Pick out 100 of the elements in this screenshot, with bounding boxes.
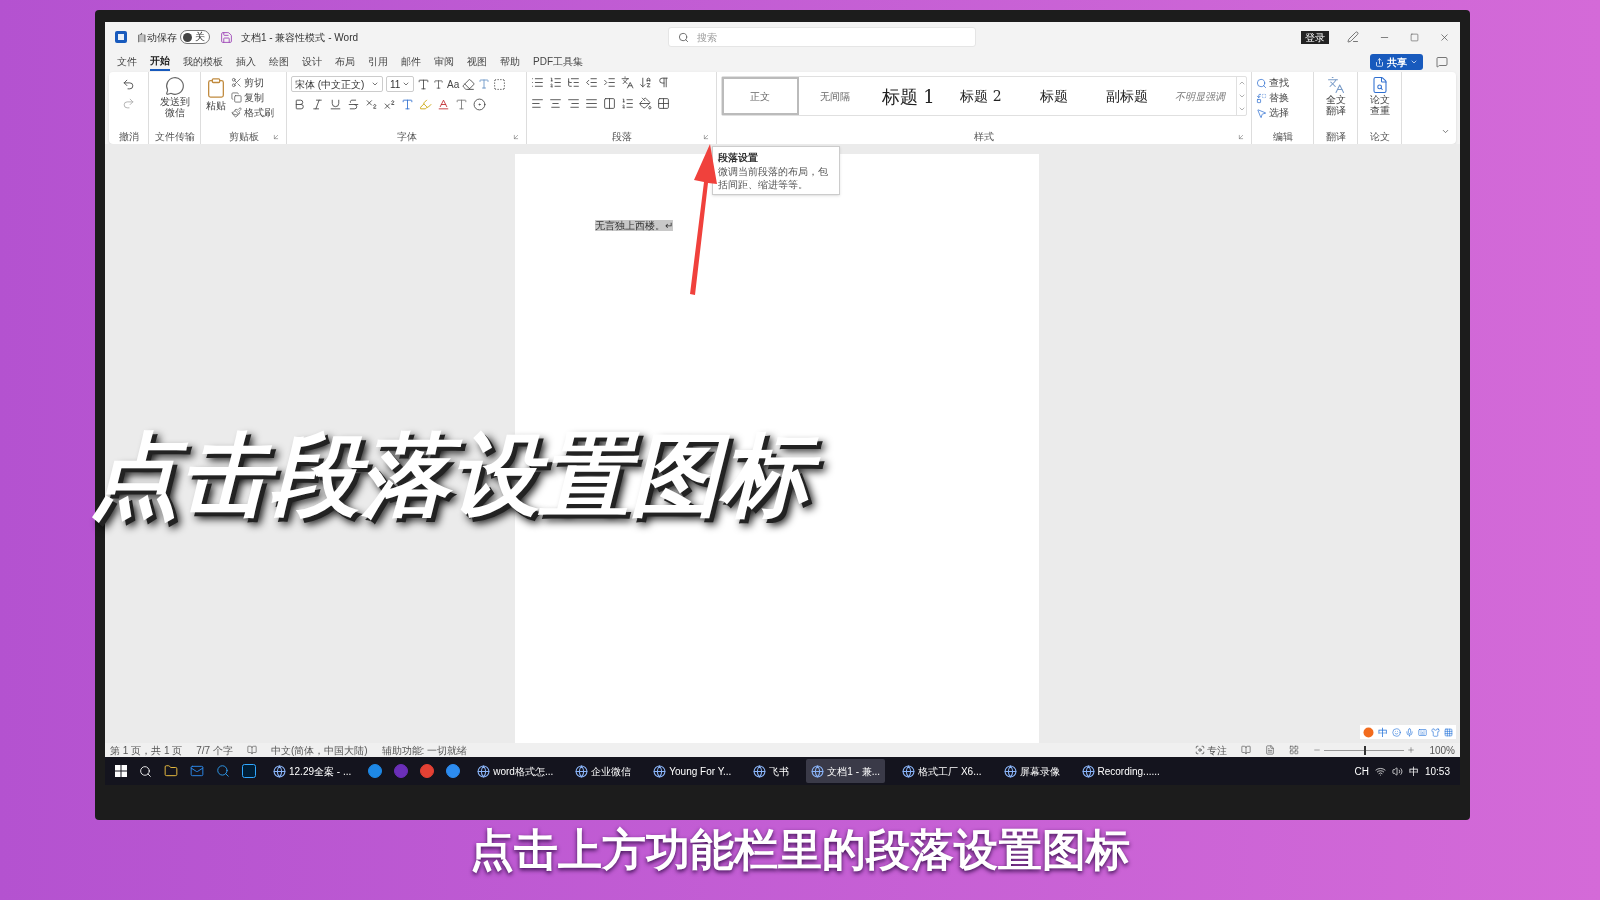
line-spacing-icon[interactable] (621, 97, 634, 110)
mail-icon[interactable] (190, 764, 204, 778)
search-icon[interactable] (139, 764, 152, 778)
underline-icon[interactable] (329, 98, 342, 111)
character-shading-icon[interactable] (455, 98, 468, 111)
decrease-indent-icon[interactable] (585, 76, 598, 89)
taskbar-app-button[interactable]: 屏幕录像 (998, 759, 1065, 783)
style-gallery-item[interactable]: 不明显强调 (1163, 77, 1236, 115)
autosave-switch[interactable]: 关 (180, 30, 210, 44)
read-mode-icon[interactable] (1241, 745, 1252, 755)
app-icon[interactable] (420, 764, 435, 778)
align-center-icon[interactable] (549, 97, 562, 110)
clear-formatting-icon[interactable] (462, 77, 476, 91)
multilevel-list-icon[interactable] (567, 76, 580, 89)
ime-mode[interactable]: 中 (1378, 724, 1388, 740)
punctuation-icon[interactable] (1392, 727, 1401, 737)
borders-icon[interactable] (657, 97, 670, 110)
microphone-icon[interactable] (1405, 727, 1414, 737)
superscript-icon[interactable] (383, 98, 396, 111)
align-right-icon[interactable] (567, 97, 580, 110)
undo-icon[interactable] (122, 78, 135, 91)
ribbon-tab[interactable]: 引用 (368, 53, 388, 71)
clipboard-action-button[interactable]: 格式刷 (231, 106, 274, 119)
ribbon-tab[interactable]: 我的模板 (183, 53, 223, 71)
shrink-font-icon[interactable] (433, 78, 444, 90)
font-color-icon[interactable] (437, 98, 450, 111)
character-border-icon[interactable] (493, 77, 507, 91)
print-layout-icon[interactable] (1265, 745, 1276, 755)
ribbon-tab[interactable]: PDF工具集 (533, 53, 583, 71)
change-case-button[interactable]: Aa (447, 76, 460, 92)
editing-button[interactable]: 替换 (1256, 91, 1309, 105)
start-icon[interactable] (115, 765, 127, 777)
style-gallery-item[interactable]: 标题 2 (944, 77, 1018, 115)
style-gallery-item[interactable]: 正文 (722, 77, 799, 115)
app-icon[interactable] (368, 764, 383, 778)
bold-icon[interactable] (293, 98, 306, 111)
login-button[interactable]: 登录 (1301, 30, 1329, 44)
sort-icon[interactable] (639, 76, 652, 89)
thesis-check-button[interactable]: 论文查重 (1362, 76, 1397, 116)
ribbon-tab[interactable]: 视图 (467, 53, 487, 71)
taskbar-app-button[interactable]: 文档1 - 兼... (806, 759, 886, 783)
app-icon[interactable] (446, 764, 461, 778)
italic-icon[interactable] (311, 98, 324, 111)
taskbar-app-button[interactable]: word格式怎... (472, 759, 559, 783)
volume-icon[interactable] (1391, 765, 1403, 777)
style-gallery-item[interactable]: 标题 1 (871, 77, 945, 115)
web-layout-icon[interactable] (1289, 745, 1300, 755)
enclose-character-icon[interactable] (473, 98, 486, 111)
focus-button[interactable]: 专注 (1195, 742, 1228, 758)
grow-font-icon[interactable] (417, 77, 430, 91)
zoom-thumb[interactable] (1364, 745, 1367, 755)
send-to-wechat-button[interactable]: 发送到微信 (153, 76, 196, 118)
shading-icon[interactable] (639, 97, 652, 110)
clipboard-action-button[interactable]: 剪切 (231, 76, 274, 89)
taskbar-app-button[interactable]: 飞书 (748, 759, 795, 783)
subscript-icon[interactable] (365, 98, 378, 111)
strikethrough-icon[interactable] (347, 98, 360, 111)
ime-indicator[interactable]: 中 (1408, 763, 1419, 779)
ribbon-tab[interactable]: 布局 (335, 53, 355, 71)
ribbon-tab[interactable]: 审阅 (434, 53, 454, 71)
collapse-ribbon-icon[interactable] (1441, 127, 1450, 136)
pen-icon[interactable] (1347, 31, 1359, 43)
style-gallery-item[interactable]: 无间隔 (798, 77, 872, 115)
show-marks-icon[interactable] (657, 76, 670, 89)
clipboard-action-button[interactable]: 复制 (231, 91, 274, 104)
taskbar-app-button[interactable]: Recording...... (1076, 759, 1165, 783)
paste-button[interactable]: 粘贴 (205, 76, 227, 119)
taskbar-app-button[interactable]: Young For Y... (648, 759, 737, 783)
keyboard-icon[interactable] (1418, 727, 1427, 737)
share-button[interactable]: 共享 (1370, 54, 1423, 70)
chinese-layout-icon[interactable] (621, 76, 634, 89)
taskbar-app-button[interactable]: 格式工厂 X6... (897, 759, 987, 783)
editing-button[interactable]: 查找 (1256, 76, 1309, 90)
ribbon-tab[interactable]: 文件 (117, 53, 137, 71)
comment-icon[interactable] (1436, 56, 1448, 68)
text-effects-icon[interactable] (401, 98, 414, 111)
toolbox-icon[interactable] (1444, 727, 1453, 737)
justify-icon[interactable] (585, 97, 598, 110)
proofing-icon[interactable] (246, 745, 257, 755)
ime-logo-icon[interactable] (1363, 726, 1374, 738)
numbering-icon[interactable] (549, 76, 562, 89)
search-field[interactable]: 搜索 (668, 27, 977, 47)
ribbon-tab[interactable]: 邮件 (401, 53, 421, 71)
distributed-icon[interactable] (603, 97, 616, 110)
style-gallery-item[interactable]: 副标题 (1090, 77, 1164, 115)
translate-button[interactable]: 全文翻译 (1318, 76, 1353, 116)
document-text[interactable]: 无言独上西楼。↵ (595, 220, 673, 231)
increase-indent-icon[interactable] (603, 76, 616, 89)
close-icon[interactable] (1439, 31, 1450, 43)
font-size-dropdown[interactable]: 11 (386, 76, 414, 92)
wifi-icon[interactable] (1374, 765, 1386, 777)
save-icon[interactable] (220, 30, 233, 44)
align-left-icon[interactable] (531, 97, 544, 110)
font-name-dropdown[interactable]: 宋体 (中文正文) (291, 76, 383, 92)
app-icon[interactable] (242, 764, 256, 778)
magnifier-app-icon[interactable] (216, 764, 230, 778)
taskbar-app-button[interactable]: 企业微信 (570, 759, 637, 783)
ribbon-tab[interactable]: 帮助 (500, 53, 520, 71)
bullets-icon[interactable] (531, 76, 544, 89)
ribbon-tab[interactable]: 插入 (236, 53, 256, 71)
